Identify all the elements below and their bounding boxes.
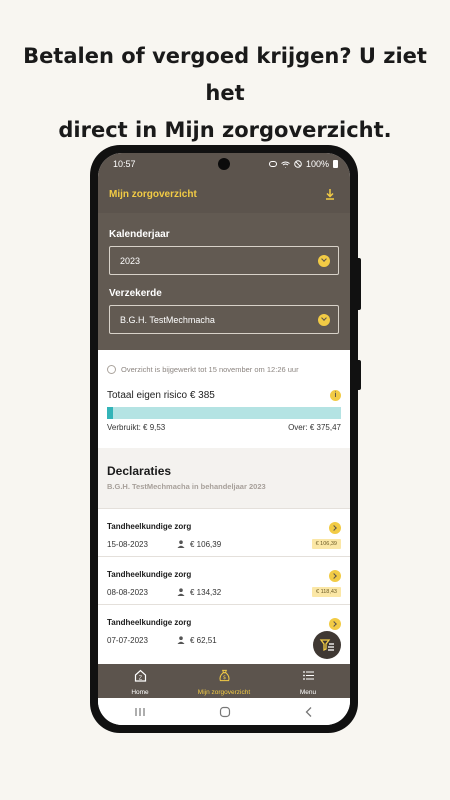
money-bag-icon: $ [218,669,230,681]
app-bar-title: Mijn zorgoverzicht [109,188,197,200]
year-value: 2023 [120,255,141,266]
year-select[interactable]: 2023 [109,246,339,275]
headline-line-1: Betalen of vergoed krijgen? U ziet het [23,44,427,105]
person-icon [177,540,185,548]
app-bar: Mijn zorgoverzicht [98,175,350,213]
item-amount: € 62,51 [190,636,217,645]
menu-icon [302,671,314,680]
chevron-down-icon [318,254,330,267]
item-title: Tandheelkundige zorg [107,618,192,627]
nav-home[interactable]: Z Home [98,664,182,696]
item-amount: € 134,32 [190,588,222,597]
list-item[interactable]: Tandheelkundige zorg 15-08-2023 € 106,39… [98,508,350,556]
deductible-title: Totaal eigen risico € 385 [107,390,215,401]
status-time: 10:57 [113,159,136,169]
used-amount: Verbruikt: € 9,53 [107,423,166,432]
phone-frame: 10:57 100% Mijn zorgoverzicht Kalenderja… [90,145,361,733]
person-icon [177,636,185,644]
item-title: Tandheelkundige zorg [107,522,192,531]
insured-label: Verzekerde [109,288,162,299]
nav-menu-label: Menu [299,689,317,696]
chevron-right-icon [329,570,341,582]
system-navigation [98,698,350,725]
item-date: 08-08-2023 [107,588,148,597]
deductible-overview: Overzicht is bijgewerkt tot 15 november … [98,350,350,448]
front-camera [218,158,230,170]
nav-menu[interactable]: Menu [266,664,350,696]
info-icon[interactable]: i [330,390,341,401]
filter-panel: Kalenderjaar 2023 Verzekerde B.G.H. Test… [98,213,350,350]
home-icon: Z [134,669,146,682]
item-amount: € 106,39 [190,540,222,549]
remaining-amount: Over: € 375,47 [288,423,341,432]
list-item[interactable]: Tandheelkundige zorg 08-08-2023 € 134,32… [98,556,350,604]
link-icon [268,161,277,167]
item-date: 07-07-2023 [107,636,148,645]
filter-fab[interactable] [313,631,341,659]
item-title: Tandheelkundige zorg [107,570,192,579]
recent-apps-icon[interactable] [134,707,146,717]
nav-overview-label: Mijn zorgoverzicht [197,689,251,696]
chevron-right-icon [329,618,341,630]
volume-button [356,258,361,310]
item-date: 15-08-2023 [107,540,148,549]
battery-icon [333,160,338,168]
nav-home-label: Home [131,689,149,696]
battery-percentage: 100% [305,159,329,169]
power-button [356,360,361,390]
declarations-header: Declaraties B.G.H. TestMechmacha in beha… [98,448,350,508]
reimbursed-badge: € 118,43 [311,587,341,597]
insured-value: B.G.H. TestMechmacha [120,314,215,325]
phone-screen: 10:57 100% Mijn zorgoverzicht Kalenderja… [98,153,350,725]
updated-text: Overzicht is bijgewerkt tot 15 november … [121,365,299,374]
home-button-icon[interactable] [219,706,231,718]
filter-icon [319,639,334,652]
headline-line-2: direct in Mijn zorgoverzicht. [58,118,392,142]
svg-text:$: $ [222,675,225,681]
svg-text:Z: Z [138,676,142,682]
nav-overview[interactable]: $ Mijn zorgoverzicht [182,664,266,696]
declarations-subtitle: B.G.H. TestMechmacha in behandeljaar 202… [107,482,266,491]
insured-select[interactable]: B.G.H. TestMechmacha [109,305,339,334]
do-not-disturb-icon [294,160,302,168]
year-label: Kalenderjaar [109,229,170,240]
person-icon [177,588,185,596]
promo-headline: Betalen of vergoed krijgen? U ziet het d… [0,38,450,149]
declarations-title: Declaraties [107,464,172,478]
back-icon[interactable] [304,706,314,718]
chevron-right-icon [329,522,341,534]
chevron-down-icon [318,313,330,326]
clock-icon [107,365,116,374]
wifi-icon [281,161,290,167]
bottom-navigation: Z Home $ Mijn zorgoverzicht Menu [98,664,350,698]
download-icon[interactable] [324,188,336,200]
reimbursed-badge: € 106,39 [311,539,341,549]
deductible-progress-fill [107,407,113,419]
deductible-progress-bar [107,407,341,419]
